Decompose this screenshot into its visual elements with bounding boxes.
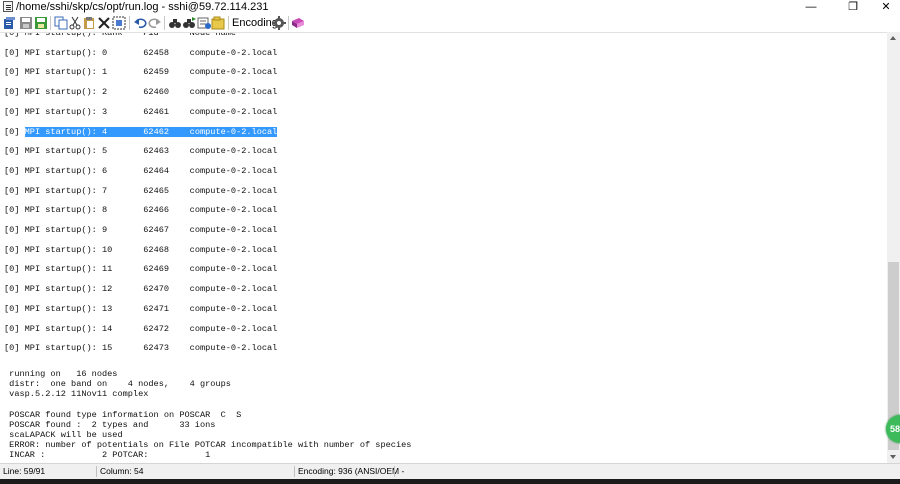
line-text: MPI startup(): 14 62472 compute-0-2.loca…: [24, 323, 278, 334]
arrow-up-icon: [890, 36, 896, 40]
text-line[interactable]: INCAR : 2 POTCAR: 1: [4, 449, 210, 461]
maximize-button[interactable]: ❐: [835, 0, 871, 14]
status-line: Line: 59/91: [3, 466, 46, 476]
help-icon[interactable]: [291, 16, 305, 30]
upload-icon[interactable]: [3, 16, 17, 30]
copy-icon[interactable]: [54, 16, 68, 30]
line-text: INCAR : 2 POTCAR: 1: [4, 450, 211, 460]
line-text: [0]: [4, 87, 25, 98]
line-text: [0]: [4, 264, 25, 275]
text-line[interactable]: [0] MPI startup(): 8 62466 compute-0-2.l…: [4, 204, 277, 216]
cut-icon[interactable]: [68, 16, 82, 30]
status-column: Column: 54: [100, 466, 144, 476]
goto-icon[interactable]: [211, 16, 225, 30]
text-line[interactable]: [0] MPI startup(): 4 62462 compute-0-2.l…: [4, 126, 278, 138]
arrow-down-icon: [890, 455, 896, 459]
line-text: [0]: [4, 225, 25, 235]
title-bar: /home/sshi/skp/cs/opt/run.log - sshi@59.…: [0, 0, 900, 14]
text-line[interactable]: [0] MPI startup(): 10 62468 compute-0-2.…: [4, 244, 277, 256]
undo-icon[interactable]: [133, 16, 147, 30]
line-text: [0]: [4, 47, 25, 58]
line-text: [0]: [4, 244, 25, 255]
line-text: MPI startup(): 10 62468 compute-0-2.loca…: [24, 244, 278, 255]
text-line[interactable]: [0] MPI startup(): 5 62463 compute-0-2.l…: [4, 145, 277, 157]
toolbar-separator: [288, 16, 289, 30]
line-text: MPI startup(): 15 62473 compute-0-2.loca…: [24, 343, 278, 354]
line-text: [0]: [4, 106, 25, 117]
line-text: [0] MPI startup(): Rank Pid Node name: [4, 32, 237, 38]
app-icon[interactable]: [3, 1, 13, 12]
save-as-icon[interactable]: [34, 16, 48, 30]
line-text: MPI startup(): 9 62467 compute-0-2.local: [24, 225, 278, 235]
text-line[interactable]: [0] MPI startup(): 9 62467 compute-0-2.l…: [4, 224, 277, 236]
status-encoding: Encoding: 936 (ANSI/OEM -: [298, 466, 405, 476]
line-text: MPI startup(): 12 62470 compute-0-2.loca…: [24, 284, 278, 295]
status-divider: [394, 466, 395, 477]
vertical-scrollbar[interactable]: [887, 32, 900, 463]
window-title: /home/sshi/skp/cs/opt/run.log - sshi@59.…: [16, 1, 269, 13]
toolbar-separator: [50, 16, 51, 30]
line-text: MPI startup(): 11 62469 compute-0-2.loca…: [24, 264, 278, 275]
line-text: MPI startup(): 5 62463 compute-0-2.local: [24, 146, 278, 157]
encoding-label[interactable]: Encoding: [232, 16, 278, 30]
text-line[interactable]: [0] MPI startup(): 1 62459 compute-0-2.l…: [4, 66, 277, 78]
text-line[interactable]: [0] MPI startup(): 0 62458 compute-0-2.l…: [4, 47, 277, 59]
line-text: [0]: [4, 185, 25, 196]
toolbar: Encoding: [0, 14, 900, 32]
toolbar-separator: [164, 16, 165, 30]
selected-text: MPI startup(): 4 62462 compute-0-2.local: [24, 126, 278, 137]
line-text: vasp.5.2.12 11Nov11 complex: [4, 389, 149, 399]
line-text: [0]: [4, 284, 25, 295]
text-line[interactable]: [0] MPI startup(): 13 62471 compute-0-2.…: [4, 303, 277, 315]
line-text: [0]: [4, 303, 25, 314]
status-divider: [294, 466, 295, 477]
replace-icon[interactable]: [197, 16, 211, 30]
taskbar-strip: [0, 479, 900, 484]
text-line[interactable]: [0] MPI startup(): 14 62472 compute-0-2.…: [4, 323, 277, 335]
save-icon[interactable]: [19, 16, 33, 30]
select-all-icon[interactable]: [112, 16, 126, 30]
line-text: MPI startup(): 2 62460 compute-0-2.local: [24, 87, 278, 98]
scroll-down-button[interactable]: [887, 451, 900, 463]
line-text: MPI startup(): 6 62464 compute-0-2.local: [24, 165, 278, 176]
redo-icon[interactable]: [148, 16, 162, 30]
text-line[interactable]: [0] MPI startup(): 7 62465 compute-0-2.l…: [4, 185, 277, 197]
status-divider: [96, 466, 97, 477]
line-text: [0]: [4, 146, 25, 157]
line-text: MPI startup(): 7 62465 compute-0-2.local: [24, 185, 278, 196]
line-text: [0]: [4, 323, 25, 334]
find-next-icon[interactable]: [182, 16, 196, 30]
text-line[interactable]: [0] MPI startup(): Rank Pid Node name: [4, 32, 237, 39]
text-line[interactable]: [0] MPI startup(): 2 62460 compute-0-2.l…: [4, 86, 277, 98]
text-line[interactable]: [0] MPI startup(): 6 62464 compute-0-2.l…: [4, 165, 277, 177]
find-icon[interactable]: [168, 16, 182, 30]
text-line[interactable]: [0] MPI startup(): 11 62469 compute-0-2.…: [4, 263, 277, 275]
line-text: [0]: [4, 205, 25, 216]
paste-icon[interactable]: [82, 16, 96, 30]
line-text: MPI startup(): 3 62461 compute-0-2.local: [24, 106, 278, 117]
text-line[interactable]: [0] MPI startup(): 12 62470 compute-0-2.…: [4, 283, 277, 295]
text-line[interactable]: vasp.5.2.12 11Nov11 complex: [4, 388, 148, 400]
line-text: MPI startup(): 1 62459 compute-0-2.local: [24, 67, 278, 78]
text-editor[interactable]: [0] MPI startup(): Rank Pid Node name [0]…: [0, 32, 887, 464]
text-line[interactable]: [0] MPI startup(): 15 62473 compute-0-2.…: [4, 342, 277, 354]
scroll-up-button[interactable]: [887, 32, 900, 44]
line-text: [0]: [4, 343, 25, 354]
toolbar-separator: [228, 16, 229, 30]
line-text: MPI startup(): 0 62458 compute-0-2.local: [24, 47, 278, 58]
minimize-button[interactable]: —: [793, 0, 829, 14]
line-text: [0]: [4, 126, 25, 137]
line-text: [0]: [4, 165, 25, 176]
close-button[interactable]: ✕: [868, 0, 900, 14]
status-bar: Line: 59/91 Column: 54 Encoding: 936 (AN…: [0, 463, 900, 479]
line-text: MPI startup(): 13 62471 compute-0-2.loca…: [24, 303, 278, 314]
settings-icon[interactable]: [272, 16, 286, 30]
toolbar-separator: [129, 16, 130, 30]
text-line[interactable]: [0] MPI startup(): 3 62461 compute-0-2.l…: [4, 106, 277, 118]
line-text: [0]: [4, 67, 25, 78]
delete-icon[interactable]: [97, 16, 111, 30]
line-text: MPI startup(): 8 62466 compute-0-2.local: [24, 205, 278, 216]
